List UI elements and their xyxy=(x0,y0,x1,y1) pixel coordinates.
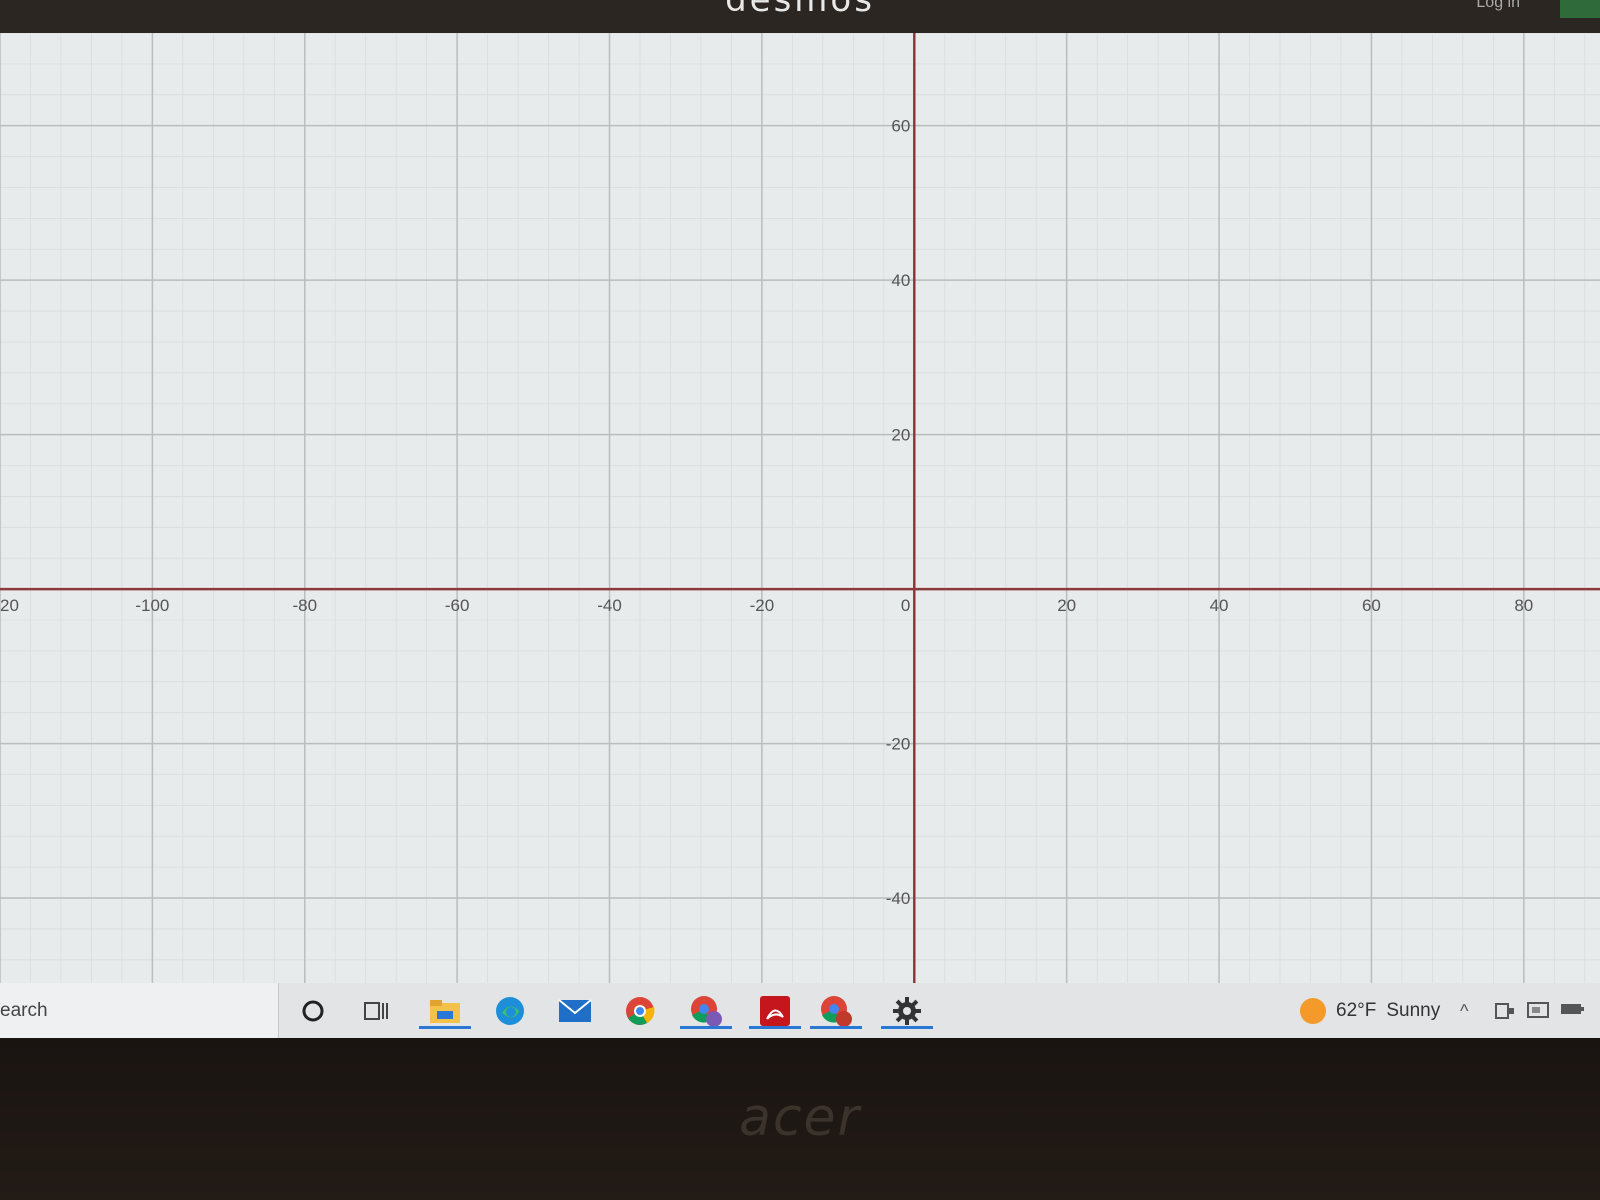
search-placeholder: earch xyxy=(0,1000,48,1021)
x-tick-label: 80 xyxy=(1514,596,1533,615)
graph-canvas[interactable]: 20 -100 -80 -60 -40 -20 20 40 60 80 60 40 20 -20 -40 0 xyxy=(0,33,1600,983)
chrome-profile-2-icon[interactable] xyxy=(810,993,862,1029)
app-title: desmos xyxy=(725,0,875,20)
tick-labels: 20 -100 -80 -60 -40 -20 20 40 60 80 60 40 20 -20 -40 0 xyxy=(0,117,1533,908)
acrobat-icon[interactable] xyxy=(749,993,801,1029)
file-explorer-active-indicator xyxy=(419,1026,471,1029)
settings-gear-icon[interactable] xyxy=(881,993,933,1029)
display-icon[interactable] xyxy=(1526,1001,1550,1026)
y-tick-label: -40 xyxy=(886,889,911,908)
laptop-bezel: acer xyxy=(0,1038,1600,1200)
desmos-header: desmos Log in xyxy=(0,0,1600,33)
battery-icon[interactable] xyxy=(1560,1001,1586,1022)
minor-grid xyxy=(0,33,1600,983)
x-tick-label: -40 xyxy=(597,596,622,615)
weather-temperature: 62°F xyxy=(1336,1000,1377,1021)
x-tick-label: -100 xyxy=(135,596,169,615)
settings-active-indicator xyxy=(881,1026,933,1029)
laptop-brand-logo: acer xyxy=(739,1088,861,1148)
sun-icon xyxy=(1300,998,1326,1024)
x-tick-label: -60 xyxy=(445,596,470,615)
acrobat-active-indicator xyxy=(749,1026,801,1029)
weather-widget[interactable]: 62°F Sunny xyxy=(1300,997,1440,1025)
x-tick-label: 60 xyxy=(1362,596,1381,615)
origin-label: 0 xyxy=(901,596,910,615)
windows-taskbar: earch 62°F Sunny ^ xyxy=(0,983,1600,1038)
weather-condition: Sunny xyxy=(1386,1000,1441,1021)
x-tick-label: -80 xyxy=(292,596,317,615)
chevron-up-icon[interactable]: ^ xyxy=(1460,1001,1468,1022)
x-tick-label: 20 xyxy=(0,596,19,615)
task-view-icon[interactable] xyxy=(358,993,394,1029)
x-tick-label: 20 xyxy=(1057,596,1076,615)
chrome-profile-icon[interactable] xyxy=(680,993,732,1029)
mail-icon[interactable] xyxy=(557,993,593,1029)
y-tick-label: 60 xyxy=(891,117,910,136)
file-explorer-icon[interactable] xyxy=(419,993,471,1029)
login-link[interactable]: Log in xyxy=(1476,0,1520,12)
chrome-profile-active-indicator xyxy=(680,1026,732,1029)
edge-icon[interactable] xyxy=(492,993,528,1029)
cortana-circle-icon[interactable] xyxy=(295,993,331,1029)
y-tick-label: -20 xyxy=(886,735,911,754)
meet-now-icon[interactable] xyxy=(1494,1001,1516,1026)
y-tick-label: 40 xyxy=(891,271,910,290)
taskbar-search-box[interactable]: earch xyxy=(0,983,279,1038)
x-tick-label: 40 xyxy=(1210,596,1229,615)
chrome-icon[interactable] xyxy=(622,993,658,1029)
chrome-profile-2-active-indicator xyxy=(810,1026,862,1029)
y-tick-label: 20 xyxy=(891,426,910,445)
major-grid xyxy=(0,33,1600,983)
x-tick-label: -20 xyxy=(750,596,775,615)
signup-button[interactable] xyxy=(1560,0,1600,18)
axes xyxy=(0,33,1600,983)
